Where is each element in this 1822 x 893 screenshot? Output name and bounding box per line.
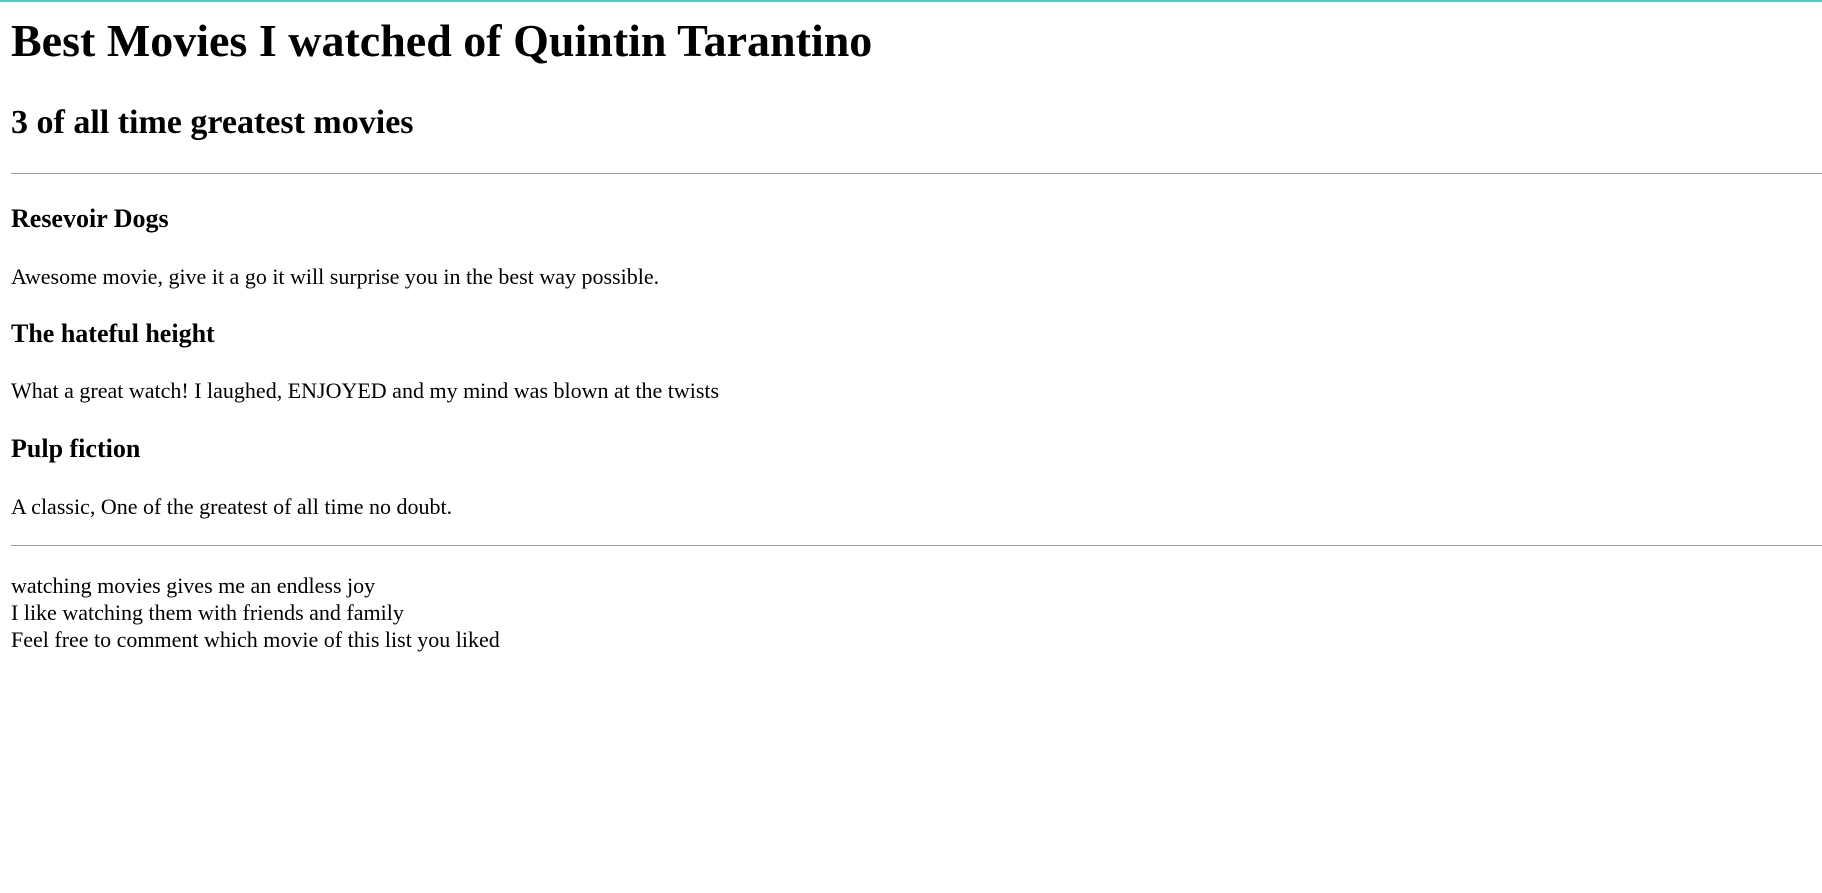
page-subtitle: 3 of all time greatest movies <box>11 104 414 141</box>
movie-review-pulp-fiction: A classic, One of the greatest of all ti… <box>11 494 453 519</box>
page-title: Best Movies I watched of Quintin Taranti… <box>11 15 873 66</box>
movie-review-reservoir-dogs: Awesome movie, give it a go it will surp… <box>11 264 660 289</box>
closing-paragraph: watching movies gives me an endless joy … <box>11 572 500 653</box>
movie-title-hateful-height: The hateful height <box>11 319 215 348</box>
top-divider <box>11 173 1822 174</box>
top-accent-bar <box>0 0 1822 2</box>
closing-line-comment: Feel free to comment which movie of this… <box>11 627 500 652</box>
movie-title-reservoir-dogs: Resevoir Dogs <box>11 204 169 233</box>
closing-line-friends: I like watching them with friends and fa… <box>11 600 404 625</box>
bottom-divider <box>11 545 1822 546</box>
movie-title-pulp-fiction: Pulp fiction <box>11 434 141 463</box>
movie-review-hateful-height: What a great watch! I laughed, ENJOYED a… <box>11 378 720 403</box>
closing-line-joy: watching movies gives me an endless joy <box>11 573 376 598</box>
